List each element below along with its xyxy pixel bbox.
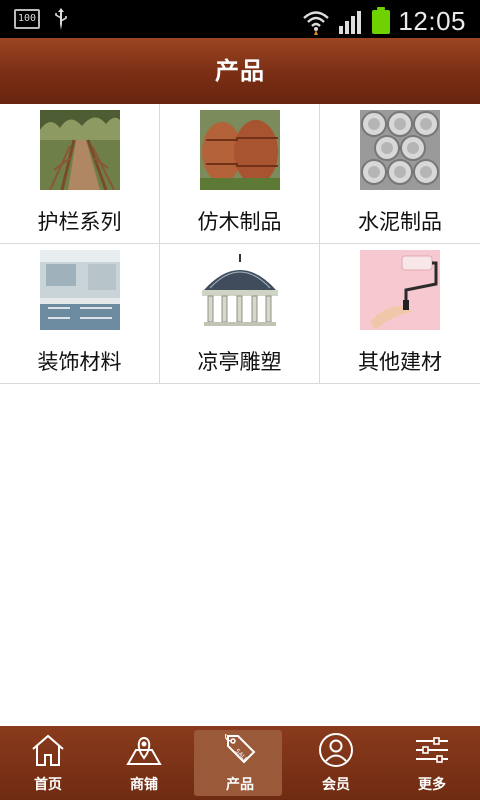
product-item-other[interactable]: 其他建材: [320, 244, 480, 384]
sale-tag-icon: SALE: [224, 733, 256, 764]
home-icon: [32, 734, 64, 766]
product-item-railing[interactable]: 护栏系列: [0, 104, 160, 244]
tab-products[interactable]: SALE 产品: [192, 726, 288, 800]
paint-roller-photo: [360, 250, 440, 330]
tab-label: 更多: [418, 777, 446, 793]
tab-label: 首页: [34, 777, 62, 793]
gazebo-photo: [200, 250, 280, 330]
boardwalk-railing-photo: [40, 110, 120, 190]
product-grid: 护栏系列 仿木制品 水泥制品 装饰材料 凉亭雕塑 其他建材: [0, 104, 480, 384]
signal-icon: [339, 10, 362, 34]
product-label: 凉亭雕塑: [197, 350, 282, 374]
status-bar: 100 12:05: [0, 0, 480, 38]
product-label: 仿木制品: [197, 210, 282, 234]
tab-shops[interactable]: 商铺: [96, 726, 192, 800]
tab-label: 会员: [322, 777, 350, 793]
battery-outline-icon: 100: [14, 9, 40, 29]
status-left: 100: [14, 8, 68, 30]
tab-label: 产品: [226, 777, 254, 793]
product-item-faux-wood[interactable]: 仿木制品: [160, 104, 320, 244]
product-label: 其他建材: [358, 350, 442, 374]
status-right: 12:05: [302, 6, 466, 37]
page-title: 产品: [215, 57, 265, 85]
tab-home[interactable]: 首页: [0, 726, 96, 800]
user-icon: [319, 733, 353, 767]
tab-more[interactable]: 更多: [384, 726, 480, 800]
product-item-cement[interactable]: 水泥制品: [320, 104, 480, 244]
usb-icon: [55, 8, 67, 30]
cement-pipes-photo: [360, 110, 440, 190]
tab-label: 商铺: [130, 777, 158, 793]
product-item-gazebo[interactable]: 凉亭雕塑: [160, 244, 320, 384]
map-pin-icon: [126, 736, 162, 765]
bottom-tab-bar: 首页 商铺 SALE 产品 会员 更多: [0, 726, 480, 800]
product-label: 装饰材料: [37, 350, 122, 374]
svg-text:SALE: SALE: [234, 748, 250, 764]
tab-member[interactable]: 会员: [288, 726, 384, 800]
product-item-decoration[interactable]: 装饰材料: [0, 244, 160, 384]
product-label: 护栏系列: [37, 210, 122, 234]
wood-barrels-photo: [200, 110, 280, 190]
wifi-icon: [303, 10, 330, 35]
product-label: 水泥制品: [358, 210, 442, 234]
kitchen-interior-photo: [40, 250, 120, 330]
battery-icon: [372, 6, 391, 34]
app-header: 产品: [0, 38, 480, 104]
sliders-icon: [416, 737, 448, 763]
clock: 12:05: [398, 6, 466, 36]
